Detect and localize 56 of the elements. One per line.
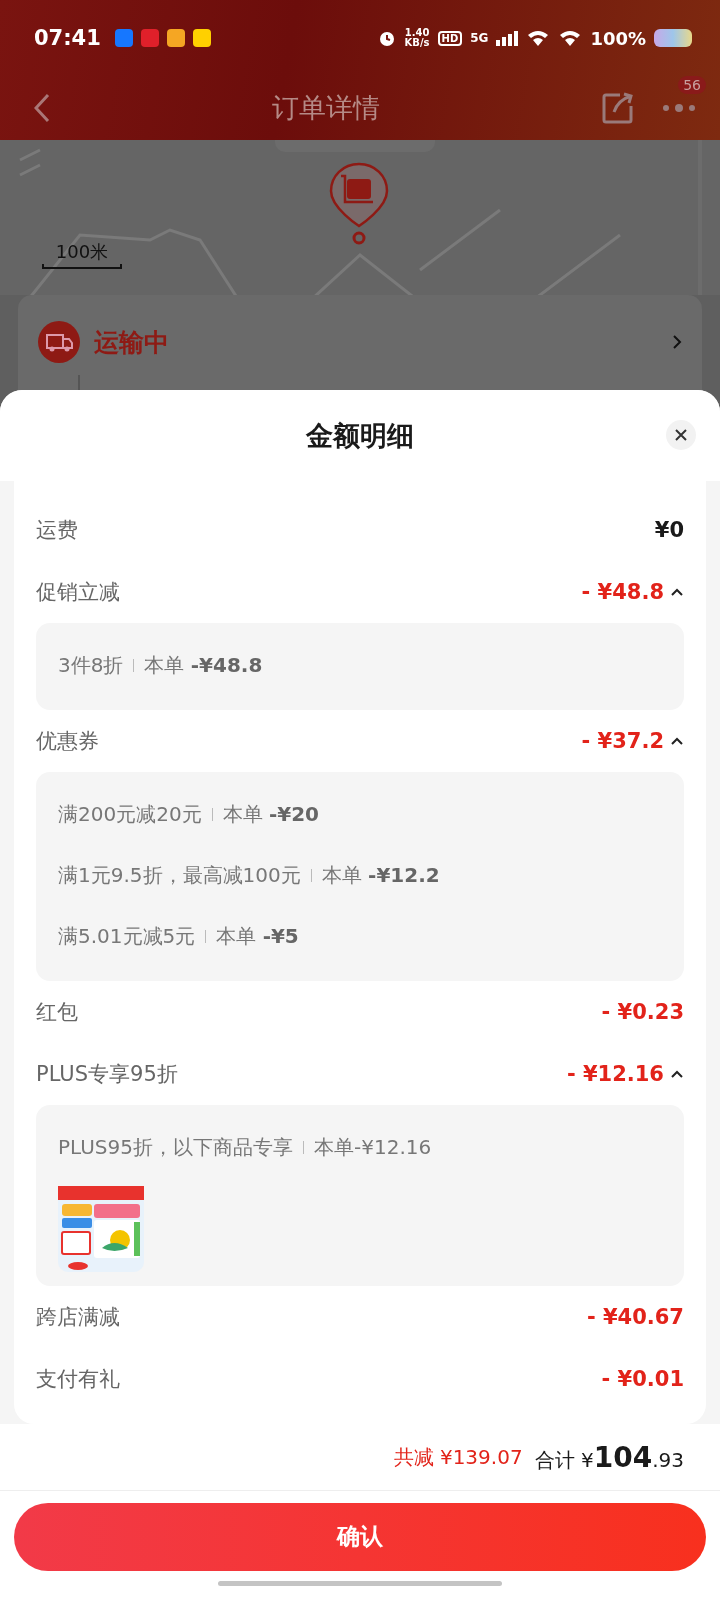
hd-indicator: HD [437, 30, 463, 46]
back-icon[interactable] [34, 93, 50, 123]
total-discount: 共减 ¥139.07 [393, 1443, 523, 1471]
map-scale-label: 100米 [55, 240, 109, 264]
fee-amount: - ¥0.01 [601, 1367, 684, 1392]
close-button[interactable] [666, 420, 696, 450]
detail-name: 3件8折 [58, 652, 124, 680]
wifi-icon [526, 29, 551, 47]
detail-name: 满1元9.5折，最高减100元 [58, 862, 301, 890]
fee-amount: - ¥0.23 [601, 1000, 684, 1025]
fee-label: 优惠券 [36, 728, 100, 756]
more-icon[interactable] [662, 103, 696, 113]
detail-name: 满5.01元减5元 [58, 923, 196, 951]
battery-icon [654, 29, 692, 47]
network-speed: 1.40 KB/s [404, 28, 430, 48]
caret-icon[interactable] [670, 1069, 684, 1080]
app-icon [114, 29, 133, 47]
close-icon[interactable] [674, 428, 688, 442]
battery-percent: 100% [590, 27, 646, 49]
detail-amount: 本单 -¥48.8 [144, 652, 263, 680]
notification-badge: 56 [678, 76, 706, 94]
app-icon [140, 29, 159, 47]
page-title: 订单详情 [271, 91, 381, 125]
chevron-right-icon[interactable] [672, 334, 682, 350]
truck-icon [38, 321, 80, 363]
wifi-icon [558, 29, 583, 47]
app-icon [192, 29, 211, 47]
detail-name: PLUS95折，以下商品专享 [58, 1134, 293, 1162]
confirm-button[interactable]: 确认 [14, 1502, 706, 1571]
fee-label: PLUS专享95折 [36, 1061, 179, 1089]
caret-icon[interactable] [670, 587, 684, 598]
shipment-status: 运输中 [94, 326, 170, 359]
fee-label: 促销立减 [36, 579, 121, 607]
detail-amount: 本单 -¥12.2 [321, 862, 440, 890]
sheet-title: 金额明细 [306, 418, 414, 453]
fee-amount: ¥0 [654, 518, 684, 543]
map-pin-icon [328, 162, 390, 246]
fee-amount: - ¥12.16 [566, 1062, 664, 1087]
signal-icon [496, 30, 519, 46]
total-amount: 合计 ¥104.93 [534, 1440, 684, 1474]
network-type: 5G [470, 31, 489, 45]
caret-icon[interactable] [670, 736, 684, 747]
fee-amount: - ¥48.8 [581, 580, 664, 605]
detail-name: 满200元减20元 [58, 801, 202, 829]
detail-amount: 本单 -¥20 [222, 801, 320, 829]
share-icon[interactable] [602, 92, 634, 124]
fee-amount: - ¥40.67 [586, 1305, 684, 1330]
fee-amount: - ¥37.2 [581, 729, 664, 754]
fee-label: 支付有礼 [36, 1366, 121, 1394]
fee-label: 跨店满减 [36, 1304, 121, 1332]
detail-amount: 本单-¥12.16 [314, 1134, 432, 1162]
fee-label: 红包 [36, 999, 79, 1027]
clock-time: 07:41 [34, 26, 101, 50]
detail-amount: 本单 -¥5 [216, 923, 299, 951]
fee-label: 运费 [36, 517, 79, 545]
app-icon [166, 29, 185, 47]
